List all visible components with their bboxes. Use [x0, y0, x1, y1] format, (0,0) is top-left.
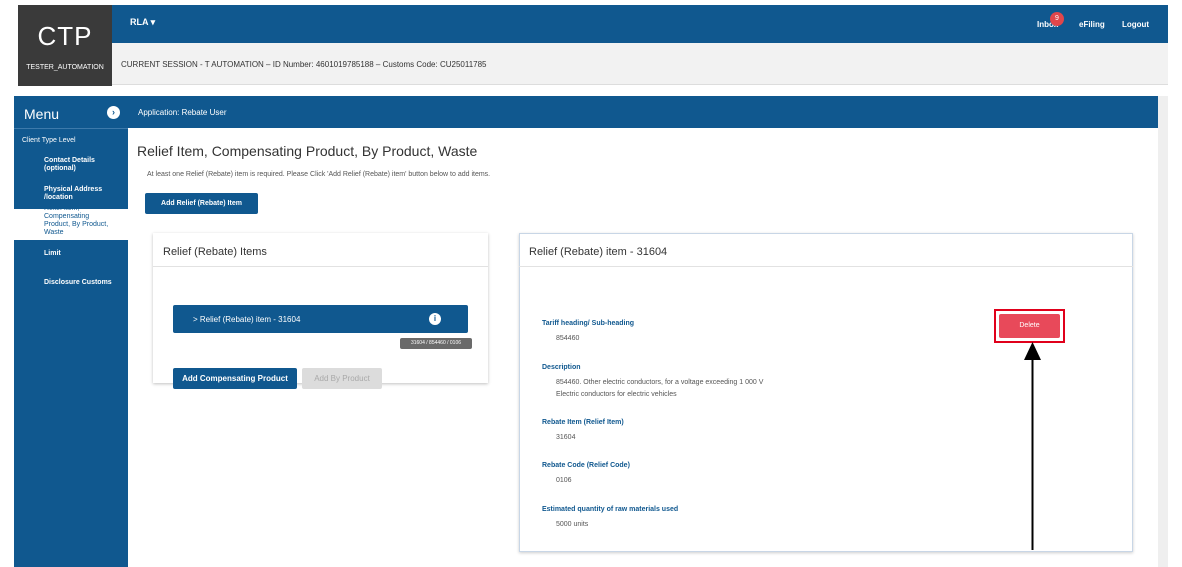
sidebar-item-limit[interactable]: Limit	[44, 250, 61, 258]
efiling-link[interactable]: eFiling	[1079, 20, 1105, 29]
logged-in-user: TESTER_AUTOMATION	[26, 64, 104, 71]
description-value: 854460. Other electric conductors, for a…	[556, 379, 764, 386]
estimated-quantity-label: Estimated quantity of raw materials used	[542, 506, 679, 513]
sidebar-item-relief-item[interactable]: Relief Item, Compensating Product, By Pr…	[14, 209, 128, 240]
app-switch-dropdown[interactable]: RLA ▾	[130, 17, 155, 28]
description-value-line2: Electric conductors for electric vehicle…	[556, 391, 677, 398]
relief-items-card-title: Relief (Rebate) Items	[163, 246, 267, 258]
annotation-arrow-icon	[1024, 342, 1041, 550]
application-title: Application: Rebate User	[138, 108, 227, 117]
app-logo[interactable]: CTP TESTER_AUTOMATION	[18, 5, 112, 86]
sidebar-item-physical-address[interactable]: Physical Address /location	[44, 186, 114, 202]
inbox-count-badge[interactable]: 9	[1050, 12, 1064, 26]
info-icon[interactable]: i	[429, 313, 441, 325]
sidebar-item-disclosure-customs[interactable]: Disclosure Customs	[44, 279, 112, 287]
tariff-heading-label: Tariff heading/ Sub-heading	[542, 320, 635, 327]
logout-link[interactable]: Logout	[1122, 20, 1149, 29]
estimated-quantity-value: 5000 units	[556, 521, 589, 528]
sidebar-section-client-type[interactable]: Client Type Level	[22, 137, 76, 145]
scrollbar[interactable]	[1158, 96, 1168, 567]
menu-divider	[14, 128, 128, 129]
session-info: CURRENT SESSION - T AUTOMATION – ID Numb…	[121, 60, 487, 69]
sidebar-item-contact-details[interactable]: Contact Details (optional)	[44, 157, 114, 173]
card-divider	[519, 266, 1133, 267]
application-bar	[128, 96, 1158, 128]
tariff-heading-value: 854460	[556, 335, 580, 342]
page-hint: At least one Relief (Rebate) item is req…	[147, 171, 491, 178]
relief-item-detail-title: Relief (Rebate) item - 31604	[529, 246, 668, 258]
menu-toggle-icon[interactable]: ›	[107, 106, 120, 119]
rebate-item-value: 31604	[556, 434, 576, 441]
description-label: Description	[542, 364, 581, 371]
info-tooltip: 31604 / 854460 / 0106	[400, 338, 472, 349]
page-title: Relief Item, Compensating Product, By Pr…	[137, 143, 478, 159]
top-bar	[18, 5, 1168, 43]
add-compensating-product-button[interactable]: Add Compensating Product	[173, 368, 297, 389]
menu-title: Menu	[24, 106, 60, 122]
rebate-code-label: Rebate Code (Relief Code)	[542, 462, 630, 469]
sidebar-item-label: Relief Item, Compensating Product, By Pr…	[44, 209, 109, 236]
delete-button[interactable]: Delete	[999, 314, 1060, 338]
logo-title: CTP	[37, 21, 93, 51]
rebate-code-value: 0106	[556, 477, 572, 484]
relief-item-label[interactable]: > Relief (Rebate) item - 31604	[193, 315, 300, 324]
add-by-product-button[interactable]: Add By Product	[302, 368, 382, 389]
rebate-item-label: Rebate Item (Relief Item)	[542, 419, 624, 426]
add-relief-item-button[interactable]: Add Relief (Rebate) Item	[145, 193, 258, 214]
card-divider	[153, 266, 488, 267]
